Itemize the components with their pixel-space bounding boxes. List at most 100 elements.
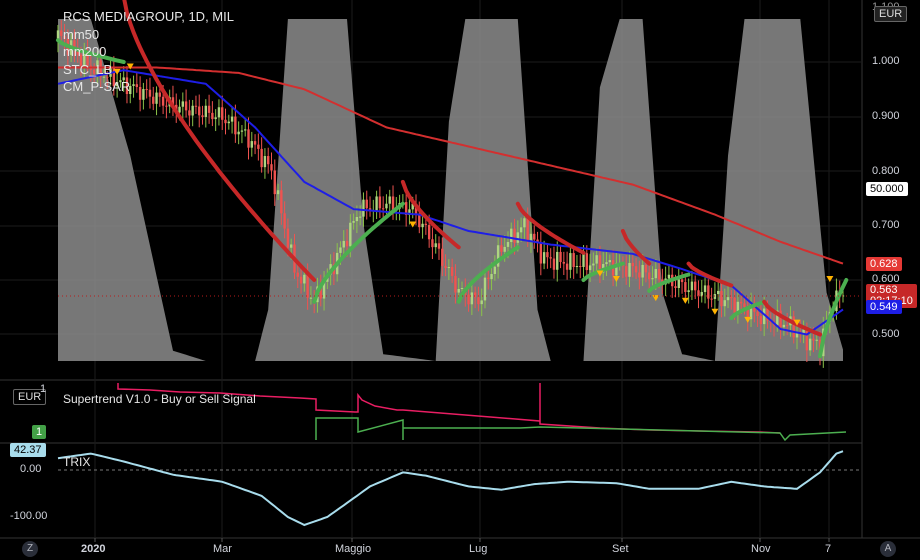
- candle-body: [648, 272, 651, 280]
- y-tick: 0.900: [872, 110, 900, 122]
- candle-body: [234, 116, 237, 135]
- indicator-mm200-label[interactable]: mm200: [63, 43, 234, 61]
- candle-body: [595, 255, 598, 264]
- candle-body: [556, 251, 559, 270]
- indicator-stc-label[interactable]: STC_LB: [63, 61, 234, 79]
- zoom-reset-icon[interactable]: Z: [22, 541, 38, 557]
- candle-body: [224, 119, 227, 124]
- candle-body: [743, 303, 746, 308]
- candle-body: [549, 257, 552, 259]
- candle-body: [267, 156, 270, 165]
- candle-body: [437, 243, 441, 249]
- candle-body: [506, 242, 510, 247]
- candle-body: [500, 245, 503, 252]
- candle-body: [431, 239, 434, 248]
- candle-body: [523, 218, 526, 228]
- candle-body: [733, 297, 736, 313]
- candle-body: [306, 274, 309, 298]
- candle-body: [519, 227, 523, 233]
- candle-body: [309, 297, 313, 299]
- candle-body: [628, 262, 631, 277]
- candle-body: [198, 106, 201, 116]
- candle-body: [253, 141, 257, 145]
- candle-body: [812, 338, 815, 341]
- candle-body: [194, 105, 198, 107]
- indicator-sar-label[interactable]: CM_P-SAR: [63, 78, 234, 96]
- supertrend-signal-tag: 1: [32, 425, 47, 439]
- candle-body: [539, 243, 543, 264]
- candle-body: [352, 221, 355, 223]
- trix-label[interactable]: TRIX: [63, 455, 90, 469]
- candle-body: [638, 272, 641, 278]
- candle-body: [487, 277, 490, 280]
- mm50-value-tag: 0.549: [866, 300, 902, 314]
- candle-body: [513, 228, 516, 243]
- trix-tick: -100.00: [10, 510, 48, 522]
- candle-body: [808, 338, 812, 351]
- candle-body: [480, 300, 483, 305]
- candle-body: [542, 252, 546, 264]
- candle-body: [477, 297, 480, 305]
- trix-value-tag: 42.37: [10, 443, 46, 457]
- candle-body: [345, 240, 349, 247]
- currency-badge[interactable]: EUR: [874, 6, 908, 22]
- candle-body: [579, 266, 582, 268]
- candle-body: [201, 115, 204, 117]
- candle-body: [299, 276, 303, 284]
- candle-body: [240, 130, 244, 132]
- candle-body: [303, 274, 306, 284]
- x-label: Nov: [751, 543, 771, 555]
- supertrend-down-line: [117, 383, 781, 434]
- candle-body: [572, 253, 575, 267]
- candle-body: [207, 105, 211, 113]
- candle-body: [608, 260, 611, 263]
- indicator-mm50-label[interactable]: mm50: [63, 26, 234, 44]
- candle-body: [707, 285, 710, 299]
- candle-body: [510, 228, 513, 243]
- candle-body: [211, 112, 214, 120]
- candle-body: [483, 277, 487, 301]
- candle-body: [641, 264, 644, 278]
- candle-body: [625, 266, 628, 277]
- candle-body: [365, 199, 368, 209]
- candle-body: [684, 282, 687, 293]
- candle-body: [562, 261, 566, 264]
- candle-body: [792, 316, 795, 338]
- mm200-value-tag: 0.628: [866, 257, 902, 271]
- x-label: 7: [825, 543, 832, 555]
- candle-body: [457, 288, 460, 293]
- candle-body: [529, 233, 533, 242]
- supertrend-up-line: [315, 417, 847, 442]
- candle-body: [526, 218, 529, 242]
- candle-body: [191, 105, 194, 116]
- candle-body: [214, 117, 217, 120]
- candle-body: [552, 258, 556, 270]
- x-label: 2020: [81, 543, 106, 555]
- candle-body: [815, 339, 818, 341]
- candle-body: [342, 240, 345, 248]
- candle-body: [388, 196, 391, 204]
- candle-body: [631, 262, 634, 267]
- candle-body: [756, 311, 759, 316]
- candle-body: [247, 129, 250, 148]
- candle-body: [421, 223, 424, 228]
- candle-body: [677, 279, 680, 288]
- symbol-title[interactable]: RCS MEDIAGROUP, 1D, MIL: [63, 8, 234, 26]
- candle-body: [546, 252, 549, 258]
- candle-body: [161, 96, 165, 106]
- candle-body: [165, 105, 168, 107]
- candle-body: [450, 267, 454, 276]
- auto-scale-icon[interactable]: A: [880, 541, 896, 557]
- candle-body: [375, 196, 378, 211]
- supertrend-label[interactable]: Supertrend V1.0 - Buy or Sell Signal: [63, 392, 256, 406]
- candle-body: [444, 265, 447, 269]
- candle-body: [467, 294, 470, 305]
- candle-body: [358, 216, 362, 218]
- candle-body: [693, 281, 697, 291]
- signal-triangle: [681, 297, 689, 304]
- x-label: Lug: [469, 543, 488, 555]
- candle-body: [250, 141, 253, 148]
- candle-body: [447, 267, 451, 269]
- x-label: Set: [612, 543, 629, 555]
- candle-body: [230, 116, 234, 122]
